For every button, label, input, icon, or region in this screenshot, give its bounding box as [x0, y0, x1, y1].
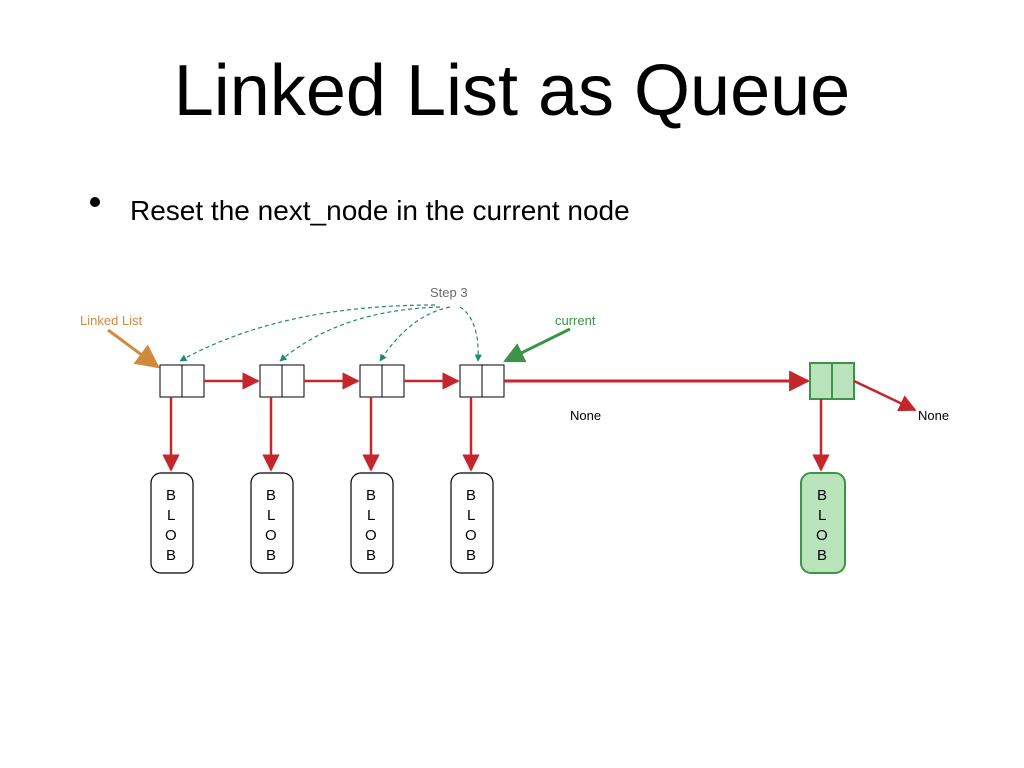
step-label: Step 3 — [430, 285, 468, 300]
node-1-next-cell — [182, 365, 204, 397]
node-4-next-cell — [482, 365, 504, 397]
bullet-text: Reset the next_node in the current node — [130, 195, 630, 227]
trace-arc-2 — [280, 307, 440, 361]
blob-3: B L O B — [351, 473, 393, 573]
bullet-icon — [90, 197, 100, 207]
node-1-data-cell — [160, 365, 182, 397]
svg-text:B: B — [166, 547, 176, 564]
diagram-svg: Step 3 Linked List current None None — [80, 285, 960, 625]
node-3-next-cell — [382, 365, 404, 397]
svg-text:O: O — [465, 527, 477, 544]
new-node-none-arrow — [854, 381, 915, 410]
blob-1: B L O B — [151, 473, 193, 573]
svg-text:L: L — [818, 507, 826, 524]
current-label: current — [555, 313, 596, 328]
none-label-2: None — [918, 408, 949, 423]
svg-text:B: B — [366, 487, 376, 504]
svg-text:O: O — [265, 527, 277, 544]
trace-arc-3 — [380, 307, 450, 361]
new-node-data-cell — [810, 363, 832, 399]
node-2-next-cell — [282, 365, 304, 397]
page-title: Linked List as Queue — [0, 50, 1024, 132]
node-2-data-cell — [260, 365, 282, 397]
svg-text:O: O — [165, 527, 177, 544]
svg-text:B: B — [466, 547, 476, 564]
svg-text:B: B — [817, 547, 827, 564]
new-node-next-cell — [832, 363, 854, 399]
current-arrow — [505, 329, 570, 361]
node-3-data-cell — [360, 365, 382, 397]
svg-text:B: B — [266, 547, 276, 564]
svg-text:L: L — [467, 507, 475, 524]
node-4-data-cell — [460, 365, 482, 397]
blob-new: B L O B — [801, 473, 845, 573]
svg-text:L: L — [267, 507, 275, 524]
svg-text:L: L — [167, 507, 175, 524]
none-label-1: None — [570, 408, 601, 423]
svg-text:B: B — [366, 547, 376, 564]
svg-text:B: B — [166, 487, 176, 504]
svg-text:O: O — [365, 527, 377, 544]
linked-list-label: Linked List — [80, 313, 143, 328]
trace-arc-1 — [180, 305, 435, 361]
blob-4: B L O B — [451, 473, 493, 573]
linked-list-arrow — [108, 330, 158, 367]
blob-2: B L O B — [251, 473, 293, 573]
svg-text:L: L — [367, 507, 375, 524]
svg-text:B: B — [266, 487, 276, 504]
svg-text:B: B — [466, 487, 476, 504]
trace-arc-4 — [460, 307, 478, 361]
svg-text:B: B — [817, 487, 827, 504]
svg-text:O: O — [816, 527, 828, 544]
